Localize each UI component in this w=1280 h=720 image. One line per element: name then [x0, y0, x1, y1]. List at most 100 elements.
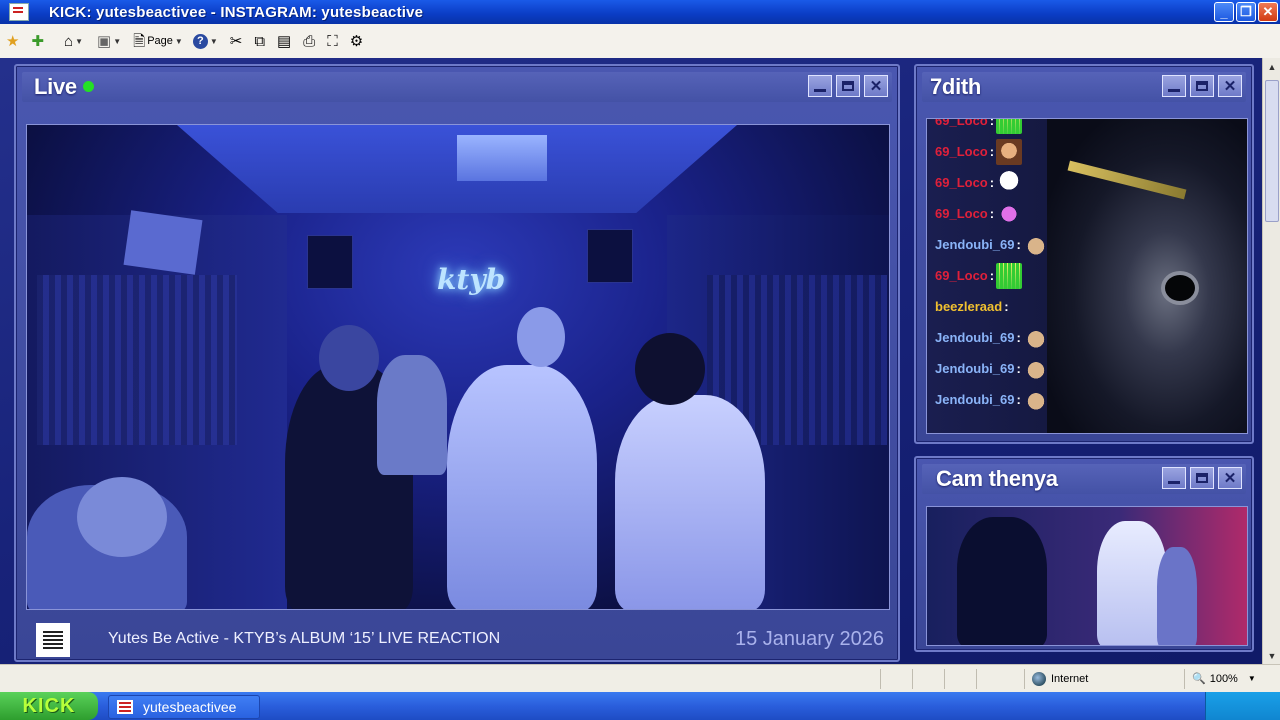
chat-message: Jendoubi_69: [935, 229, 1115, 260]
chat-separator: : [989, 118, 995, 128]
chat-message: Jendoubi_69: [935, 322, 1115, 353]
cam-close-button[interactable]: ✕ [1218, 467, 1242, 489]
live-window-controls: ✕ [808, 75, 888, 97]
chat-separator: : [989, 144, 995, 159]
internet-globe-icon [1032, 672, 1046, 686]
chat-title: 7dith [930, 74, 982, 99]
cam-window-header: Cam thenya ✕ [922, 464, 1246, 494]
neon-sign: ktyb [437, 263, 506, 296]
chat-username[interactable]: 69_Loco [935, 119, 988, 128]
page-scrollbar[interactable]: ▲ ▼ [1262, 58, 1280, 664]
live-close-button[interactable]: ✕ [864, 75, 888, 97]
stream-caption-bar: Yutes Be Active - KTYB’s ALBUM ‘15’ LIVE… [26, 616, 890, 660]
scroll-down-arrow-icon[interactable]: ▼ [1263, 647, 1280, 664]
chat-separator: : [989, 206, 995, 221]
acoustic-panel-left [37, 275, 237, 445]
feeds-icon[interactable]: ▣ ▼ [97, 30, 121, 52]
chat-minimize-button[interactable] [1162, 75, 1186, 97]
cam-minimize-button[interactable] [1162, 467, 1186, 489]
favorites-star-icon[interactable]: ★ [6, 30, 19, 52]
person-white-shirt [447, 365, 597, 609]
stream-title: Yutes Be Active - KTYB’s ALBUM ‘15’ LIVE… [108, 630, 501, 647]
person-football-shirt [615, 395, 765, 609]
cam-video-player[interactable] [926, 506, 1248, 646]
cam-window: Cam thenya ✕ [914, 456, 1254, 652]
zoom-dropdown-icon[interactable]: ▼ [1248, 674, 1256, 683]
home-icon[interactable]: ⌂ ▼ [64, 30, 83, 52]
chat-username[interactable]: Jendoubi_69 [935, 392, 1014, 407]
system-tray[interactable] [1205, 692, 1280, 720]
restore-button[interactable]: ❐ [1236, 2, 1256, 22]
chat-emote-hand-icon [996, 200, 1023, 227]
cam-person-hoodie [957, 517, 1047, 645]
zoom-control[interactable]: 🔍 100% ▼ [1192, 672, 1256, 686]
chat-maximize-button[interactable] [1190, 75, 1214, 97]
close-button[interactable]: ✕ [1258, 2, 1278, 22]
chat-username[interactable]: 69_Loco [935, 206, 988, 221]
live-window-header: Live ✕ [22, 72, 892, 102]
minimize-button[interactable]: _ [1214, 2, 1234, 22]
chat-message: beezleraad: [935, 291, 1115, 322]
research-icon[interactable]: ⚙ [350, 30, 363, 52]
chat-username[interactable]: 69_Loco [935, 144, 988, 159]
zone-label: Internet [1051, 673, 1089, 685]
cam-title: Cam thenya [936, 466, 1058, 491]
page-content: Live ✕ ktyb Yutes Be Active - KTYB’s ALB… [0, 58, 1262, 664]
taskbar-window-label: yutesbeactivee [143, 699, 237, 715]
chat-username[interactable]: Jendoubi_69 [935, 361, 1014, 376]
chat-username[interactable]: beezleraad [935, 299, 1002, 314]
browser-app-icon[interactable] [9, 3, 29, 21]
live-title: Live [34, 74, 94, 100]
chat-window-controls: ✕ [1162, 75, 1242, 97]
chat-feed[interactable]: 69_Loco:69_Loco:69_Loco:69_Loco: Jendoubi… [926, 118, 1248, 434]
chat-message: 69_Loco: [935, 260, 1115, 291]
zoom-magnifier-icon: 🔍 [1192, 673, 1206, 685]
live-maximize-button[interactable] [836, 75, 860, 97]
chat-close-button[interactable]: ✕ [1218, 75, 1242, 97]
live-video-player[interactable]: ktyb [26, 124, 890, 610]
start-button[interactable]: KICK [0, 692, 98, 720]
scroll-up-arrow-icon[interactable]: ▲ [1263, 58, 1280, 75]
paste-icon[interactable]: ▤ [277, 30, 291, 52]
chat-emote-cat-icon [1022, 355, 1049, 382]
chat-emote-bars-icon [996, 262, 1023, 289]
chat-separator: : [989, 175, 995, 190]
help-icon[interactable]: ? ▼ [192, 30, 218, 52]
chat-window: 7dith ✕ 69_Loco:69_Loco:69_Loco:69_Loco:… [914, 64, 1254, 444]
live-minimize-button[interactable] [808, 75, 832, 97]
chat-emote-bars-icon [996, 119, 1023, 134]
window-titlebar: KICK: yutesbeactivee - INSTAGRAM: yutesb… [0, 0, 1280, 24]
cam-window-controls: ✕ [1162, 467, 1242, 489]
chat-username[interactable]: 69_Loco [935, 268, 988, 283]
cam-maximize-button[interactable] [1190, 467, 1214, 489]
channel-logo-icon[interactable] [36, 623, 70, 657]
page-icon: 🗎 [133, 32, 146, 50]
chat-separator: : [1016, 361, 1021, 376]
chat-username[interactable]: Jendoubi_69 [935, 330, 1014, 345]
art-eye [1165, 275, 1195, 301]
chat-message: Jendoubi_69: [935, 384, 1115, 415]
stream-date: 15 January 2026 [734, 628, 884, 650]
chat-username[interactable]: 69_Loco [935, 175, 988, 190]
taskbar-window-button[interactable]: yutesbeactivee [108, 695, 260, 719]
live-label: Live [34, 74, 77, 99]
cam-person-right [1157, 547, 1197, 645]
chat-emote-face-icon [996, 138, 1023, 165]
page-menu-button[interactable]: 🗎 Page ▼ [133, 30, 183, 52]
cut-icon[interactable]: ✂ [230, 30, 243, 52]
fullscreen-icon[interactable]: ⛶ [327, 30, 338, 52]
chat-separator: : [1016, 392, 1021, 407]
chat-message: 69_Loco: [935, 167, 1115, 198]
person-back-hoodie [377, 355, 447, 475]
print-icon[interactable]: ⎙ [303, 30, 315, 52]
window-title: KICK: yutesbeactivee - INSTAGRAM: yutesb… [49, 3, 424, 21]
chat-separator: : [1016, 330, 1021, 345]
person-white-cap-head [517, 307, 565, 367]
scroll-thumb[interactable] [1265, 80, 1279, 222]
chat-separator: : [1016, 237, 1021, 252]
person-black-hoodie-head [319, 325, 379, 391]
chat-window-header: 7dith ✕ [922, 72, 1246, 102]
add-favorite-icon[interactable]: ✚ [31, 30, 44, 52]
chat-username[interactable]: Jendoubi_69 [935, 237, 1014, 252]
copy-icon[interactable]: ⧉ [254, 30, 265, 52]
